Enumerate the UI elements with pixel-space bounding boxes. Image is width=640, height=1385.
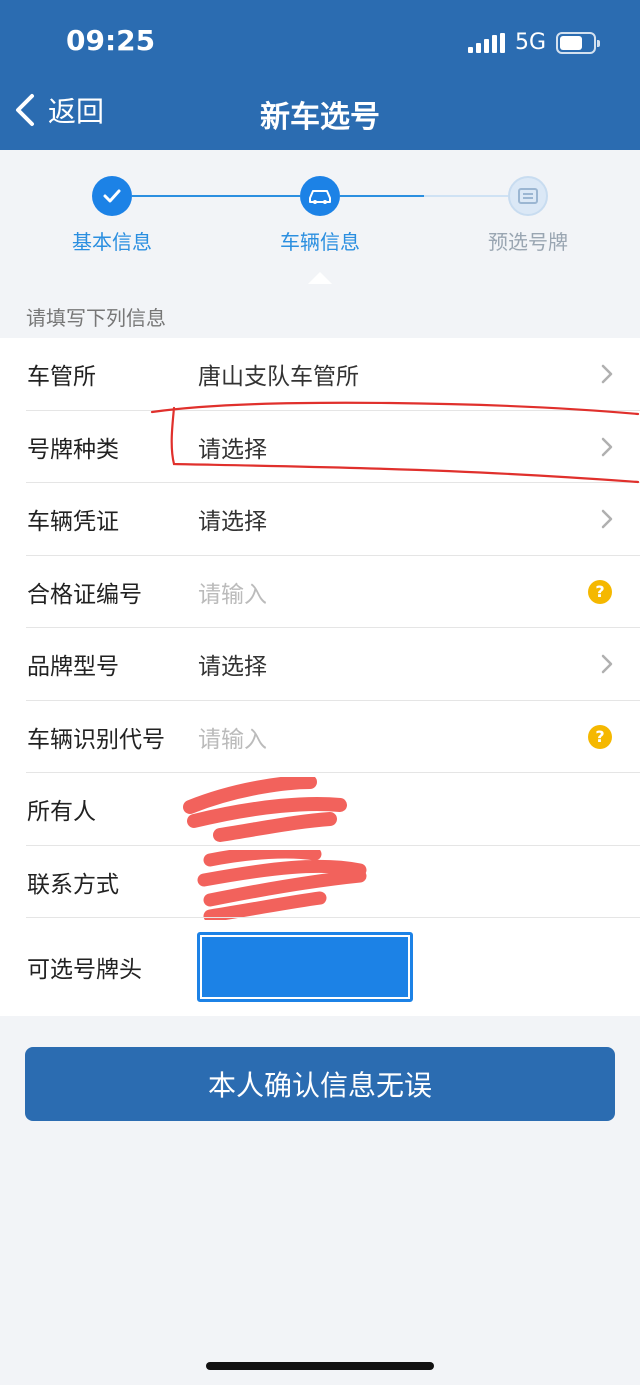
status-time: 09:25 <box>66 24 156 57</box>
redaction-scribble <box>183 777 347 842</box>
battery-icon <box>556 31 600 54</box>
field-label: 联系方式 <box>27 871 119 898</box>
field-label: 所有人 <box>27 799 96 826</box>
redaction-scribble <box>197 849 367 920</box>
step-1-circle <box>92 176 132 216</box>
signal-icon <box>467 32 505 53</box>
vin-input[interactable]: 请输入 <box>198 720 267 754</box>
step-indicator: 基本信息 车辆信息 预选号牌 <box>0 150 640 290</box>
field-label: 车管所 <box>27 364 96 391</box>
field-label: 号牌种类 <box>27 436 119 463</box>
form-row-vehicle-office[interactable]: 车管所 唐山支队车管所 <box>0 338 640 411</box>
form-row-owner: 所有人 <box>0 773 640 846</box>
step-line-done <box>132 195 300 197</box>
step-line-active <box>340 195 424 197</box>
form-row-plate-prefix: 可选号牌头 <box>0 918 640 1016</box>
form-row-plate-type[interactable]: 号牌种类 请选择 <box>0 411 640 484</box>
field-label: 可选号牌头 <box>27 957 142 983</box>
help-icon[interactable]: ? <box>588 579 612 604</box>
vehicle-form: 车管所 唐山支队车管所 号牌种类 请选择 车辆凭证 请选择 合格证编号 请输入 … <box>0 338 640 1016</box>
chevron-right-icon <box>601 655 613 674</box>
plate-prefix-selector[interactable] <box>197 932 413 1002</box>
plate-type-select: 请选择 <box>198 436 267 463</box>
certificate-number-input[interactable]: 请输入 <box>198 575 267 609</box>
field-label: 品牌型号 <box>27 654 119 681</box>
check-icon <box>103 189 121 203</box>
field-label: 车辆凭证 <box>27 509 119 536</box>
chevron-right-icon <box>601 365 613 384</box>
field-label: 车辆识别代号 <box>27 726 165 753</box>
step-3-circle <box>508 176 548 216</box>
form-hint: 请填写下列信息 <box>26 306 166 330</box>
form-row-brand-model[interactable]: 品牌型号 请选择 <box>0 628 640 701</box>
step-1-label: 基本信息 <box>72 230 152 254</box>
step-line-pending <box>424 195 508 197</box>
page-title: 新车选号 <box>260 100 380 135</box>
chevron-right-icon <box>601 437 613 456</box>
form-row-vin: 车辆识别代号 请输入 ? <box>0 701 640 774</box>
status-icons: 5G <box>467 30 600 55</box>
vehicle-office-value: 唐山支队车管所 <box>198 364 359 391</box>
car-icon <box>309 190 331 204</box>
chevron-right-icon <box>601 510 613 529</box>
top-bar: 09:25 5G 返回 新车选号 <box>0 0 640 150</box>
step-3-label: 预选号牌 <box>488 230 568 254</box>
field-label: 合格证编号 <box>27 581 142 608</box>
form-row-certificate-number: 合格证编号 请输入 ? <box>0 556 640 629</box>
vehicle-certificate-select: 请选择 <box>198 509 267 536</box>
confirm-button[interactable]: 本人确认信息无误 <box>25 1047 615 1121</box>
form-row-vehicle-certificate[interactable]: 车辆凭证 请选择 <box>0 483 640 556</box>
brand-model-select: 请选择 <box>198 654 267 681</box>
help-icon[interactable]: ? <box>588 724 612 749</box>
form-row-contact: 联系方式 <box>0 846 640 920</box>
step-2-label: 车辆信息 <box>280 230 360 254</box>
network-type: 5G <box>514 30 546 55</box>
home-indicator[interactable] <box>206 1362 434 1370</box>
step-pointer <box>308 272 332 284</box>
plate-icon <box>518 188 538 204</box>
step-2-circle <box>300 176 340 216</box>
